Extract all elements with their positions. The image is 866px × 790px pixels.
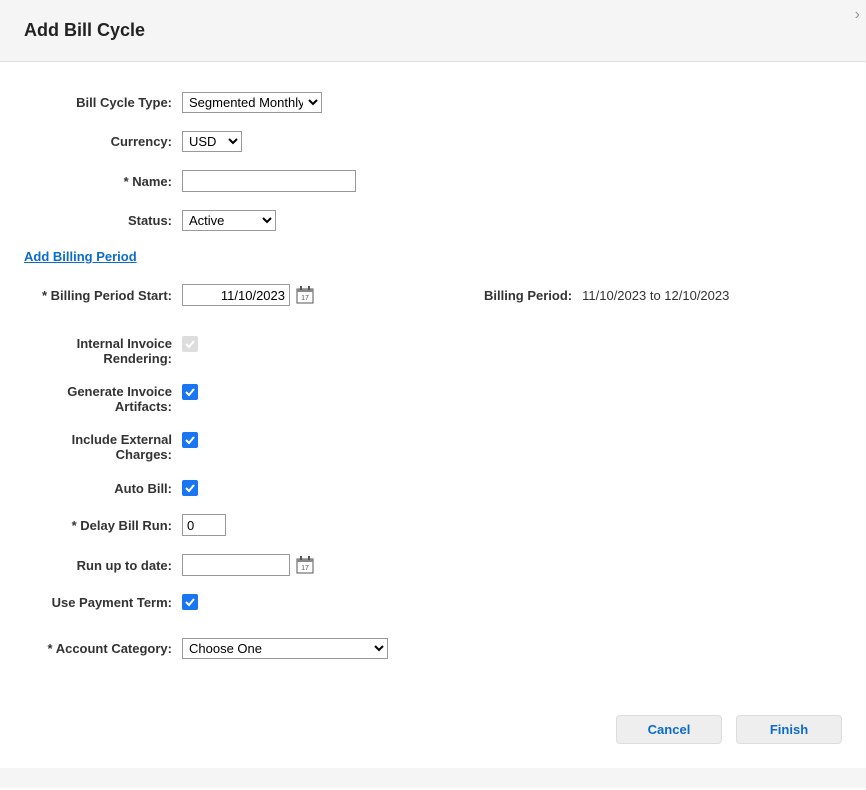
internal-invoice-rendering-checkbox bbox=[182, 336, 198, 352]
account-category-select[interactable]: Choose One bbox=[182, 638, 388, 659]
dialog-footer: Cancel Finish bbox=[0, 697, 866, 768]
form-area: Bill Cycle Type: Segmented Monthly Curre… bbox=[0, 62, 866, 697]
cancel-button[interactable]: Cancel bbox=[616, 715, 722, 744]
label-internal-invoice-rendering: Internal Invoice Rendering: bbox=[24, 336, 182, 366]
generate-invoice-artifacts-checkbox[interactable] bbox=[182, 384, 198, 400]
include-external-charges-checkbox[interactable] bbox=[182, 432, 198, 448]
close-icon[interactable]: › bbox=[855, 6, 860, 24]
label-billing-period: Billing Period: bbox=[484, 288, 572, 303]
svg-text:17: 17 bbox=[301, 295, 309, 302]
billing-period-start-input[interactable] bbox=[182, 284, 290, 306]
currency-select[interactable]: USD bbox=[182, 131, 242, 152]
status-select[interactable]: Active bbox=[182, 210, 276, 231]
dialog-title: Add Bill Cycle bbox=[24, 20, 842, 41]
use-payment-term-checkbox[interactable] bbox=[182, 594, 198, 610]
name-input[interactable] bbox=[182, 170, 356, 192]
calendar-icon[interactable]: 17 bbox=[296, 286, 314, 304]
delay-bill-run-input[interactable] bbox=[182, 514, 226, 536]
finish-button[interactable]: Finish bbox=[736, 715, 842, 744]
label-currency: Currency: bbox=[24, 134, 182, 149]
dialog-header: Add Bill Cycle › bbox=[0, 0, 866, 62]
label-delay-bill-run: * Delay Bill Run: bbox=[24, 518, 182, 533]
label-include-external-charges: Include External Charges: bbox=[24, 432, 182, 462]
auto-bill-checkbox[interactable] bbox=[182, 480, 198, 496]
label-generate-invoice-artifacts: Generate Invoice Artifacts: bbox=[24, 384, 182, 414]
label-bill-cycle-type: Bill Cycle Type: bbox=[24, 95, 182, 110]
label-billing-period-start: * Billing Period Start: bbox=[24, 288, 182, 303]
add-billing-period-link[interactable]: Add Billing Period bbox=[24, 249, 137, 264]
calendar-icon[interactable]: 17 bbox=[296, 556, 314, 574]
run-up-to-date-input[interactable] bbox=[182, 554, 290, 576]
billing-period-value: 11/10/2023 to 12/10/2023 bbox=[582, 288, 729, 303]
svg-text:17: 17 bbox=[301, 565, 309, 572]
label-name: * Name: bbox=[24, 174, 182, 189]
label-account-category: * Account Category: bbox=[24, 641, 182, 656]
label-status: Status: bbox=[24, 213, 182, 228]
bottom-bar bbox=[0, 768, 866, 788]
label-use-payment-term: Use Payment Term: bbox=[24, 595, 182, 610]
bill-cycle-type-select[interactable]: Segmented Monthly bbox=[182, 92, 322, 113]
label-auto-bill: Auto Bill: bbox=[24, 481, 182, 496]
label-run-up-to-date: Run up to date: bbox=[24, 558, 182, 573]
